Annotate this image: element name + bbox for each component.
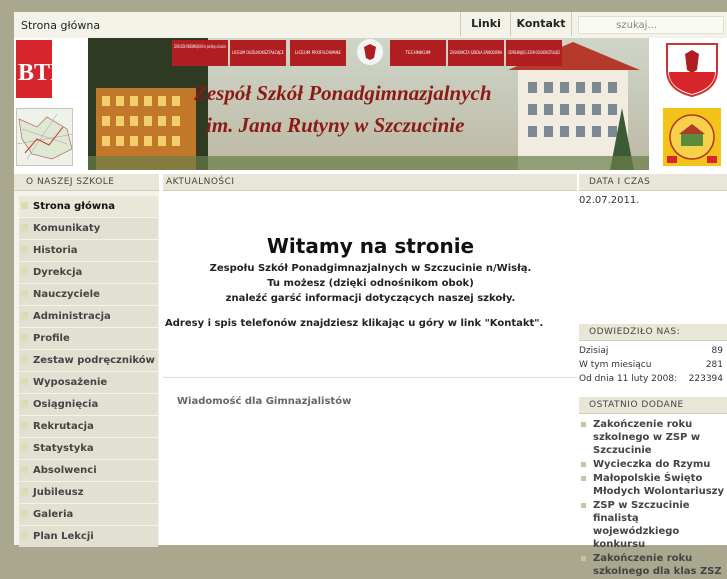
nav-item-nauczyciele[interactable]: Nauczyciele [19, 284, 158, 305]
search-input[interactable]: szukaj... [578, 16, 724, 34]
school-banner: ZESPÓŁ SZKÓŁ PONADGIMNAZJALNYCH im. Jana… [88, 38, 649, 170]
bullet-icon [21, 400, 28, 407]
intro-line-3: znaleźć garść informacji dotyczących nas… [225, 293, 516, 304]
recent-item[interactable]: Zakończenie roku szkolnego dla klas ZSZ [580, 552, 724, 578]
nav-item-dyrekcja[interactable]: Dyrekcja [19, 262, 158, 283]
link-linki[interactable]: Linki [460, 12, 511, 36]
bullet-icon [581, 422, 586, 427]
banner-title-line2: im. Jana Rutyny w Szczucinie [206, 113, 464, 137]
nav-item-rekrutacja[interactable]: Rekrutacja [19, 416, 158, 437]
link-kontakt[interactable]: Kontakt [510, 12, 572, 36]
bullet-icon [581, 556, 586, 561]
banner-sign-lp: LICEUM PROFILOWANE [295, 50, 341, 55]
bullet-icon [21, 422, 28, 429]
recent-heading: OSTATNIO DODANE [579, 397, 727, 414]
nav-item-zestaw-podrecznikow[interactable]: Zestaw podręczników [19, 350, 158, 371]
bullet-icon [21, 356, 28, 363]
bullet-icon [21, 334, 28, 341]
intro-line-1: Zespołu Szkół Ponadgimnazjalnych w Szczu… [209, 263, 532, 274]
btp-logo[interactable]: BTP [16, 40, 72, 98]
map-thumbnail[interactable] [16, 108, 73, 166]
nav-item-plan-lekcji[interactable]: Plan Lekcji [19, 526, 158, 547]
nav-item-strona-glowna[interactable]: Strona główna [19, 196, 158, 217]
sidebar-heading: O NASZEJ SZKOLE [14, 174, 159, 191]
visits-total-label: Od dnia 11 luty 2008: [579, 374, 678, 384]
nav-item-komunikaty[interactable]: Komunikaty [19, 218, 158, 239]
intro-line-2: Tu możesz (dzięki odnośnikom obok) [267, 278, 474, 289]
nav-item-statystyka[interactable]: Statystyka [19, 438, 158, 459]
bullet-icon [21, 202, 28, 209]
main-nav: Strona główna Komunikaty Historia Dyrekc… [19, 196, 158, 548]
banner-sign-zsz: ZASADNICZA SZKOŁA ZAWODOWA [450, 50, 502, 55]
visits-today: Dzisiaj 89 [579, 346, 723, 356]
bullet-icon [21, 378, 28, 385]
current-date: 02.07.2011. [579, 195, 640, 206]
nav-item-wyposazenie[interactable]: Wyposażenie [19, 372, 158, 393]
recent-item[interactable]: ZSP w Szczucinie finalistą wojewódzkiego… [580, 499, 724, 551]
poland-crest-icon [663, 40, 721, 98]
recent-item[interactable]: Zakończenie roku szkolnego w ZSP w Szczu… [580, 418, 724, 457]
visits-month-label: W tym miesiącu [579, 360, 652, 370]
bullet-icon [21, 466, 28, 473]
visits-today-label: Dzisiaj [579, 346, 609, 356]
banner-sign-technikum: TECHNIKUM [405, 50, 431, 55]
bullet-icon [581, 476, 586, 481]
news-link[interactable]: Wiadomość dla Gimnazjalistów [177, 396, 351, 407]
visits-month: W tym miesiącu 281 [579, 360, 723, 370]
school-emblem[interactable] [663, 108, 721, 166]
banner-sign-ulo: UZUPEŁNIAJĄCE LICEUM OGÓLNOKSZTAŁCĄCE [508, 50, 560, 55]
bullet-icon [21, 246, 28, 253]
banner-sign-lo: LICEUM OGÓLNOKSZTAŁCĄCE [232, 50, 284, 55]
banner-sign-zsp: ZESPÓŁ SZKÓŁ PONADGIMNAZJALNYCH im. Jana… [174, 44, 226, 49]
btp-logo-graphic: BTP [16, 40, 72, 98]
date-heading: DATA I CZAS [579, 174, 727, 191]
nav-item-absolwenci[interactable]: Absolwenci [19, 460, 158, 481]
visits-total: Od dnia 11 luty 2008: 223394 [579, 374, 723, 384]
content-divider [163, 377, 577, 378]
news-heading: AKTUALNOŚCI [163, 174, 577, 191]
bullet-icon [21, 488, 28, 495]
visits-heading: ODWIEDZIŁO NAS: [579, 324, 727, 341]
bullet-icon [21, 268, 28, 275]
banner-title-line1: Zespół Szkół Ponadgimnazjalnych [193, 81, 492, 105]
bullet-icon [581, 503, 586, 508]
recent-list: Zakończenie roku szkolnego w ZSP w Szczu… [580, 418, 724, 579]
nav-item-profile[interactable]: Profile [19, 328, 158, 349]
nav-item-osiagniecia[interactable]: Osiągnięcia [19, 394, 158, 415]
nav-item-jubileusz[interactable]: Jubileusz [19, 482, 158, 503]
bullet-icon [21, 290, 28, 297]
poland-crest[interactable] [663, 40, 721, 98]
visits-month-value: 281 [705, 360, 723, 370]
breadcrumb[interactable]: Strona główna [21, 19, 100, 32]
school-emblem-icon [663, 108, 721, 166]
bullet-icon [21, 510, 28, 517]
recent-item[interactable]: Wycieczka do Rzymu [580, 458, 724, 471]
header: BTP ZESPÓŁ SZKÓŁ PONADGIMNAZJALNYCH im. … [14, 38, 727, 171]
btp-logo-text: BTP [18, 60, 65, 86]
bullet-icon [21, 224, 28, 231]
welcome-heading: Witamy na stronie [266, 234, 475, 258]
bullet-icon [21, 312, 28, 319]
map-icon [17, 109, 72, 165]
bullet-icon [21, 444, 28, 451]
recent-item[interactable]: Małopolskie Święto Młodych Wolontariuszy [580, 472, 724, 498]
page: Strona główna Linki Kontakt szukaj... BT… [14, 12, 727, 577]
bullet-icon [21, 532, 28, 539]
visits-total-value: 223394 [688, 374, 723, 384]
bullet-icon [581, 462, 586, 467]
school-banner-graphic: ZESPÓŁ SZKÓŁ PONADGIMNAZJALNYCH im. Jana… [88, 38, 649, 170]
nav-item-historia[interactable]: Historia [19, 240, 158, 261]
visits-today-value: 89 [711, 346, 723, 356]
nav-item-administracja[interactable]: Administracja [19, 306, 158, 327]
top-bar: Strona główna Linki Kontakt szukaj... [14, 12, 727, 39]
nav-item-galeria[interactable]: Galeria [19, 504, 158, 525]
address-note: Adresy i spis telefonów znajdziesz klika… [165, 318, 544, 329]
